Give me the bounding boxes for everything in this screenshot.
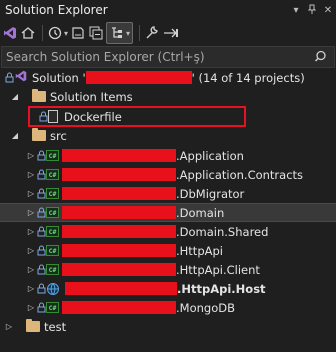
project-node[interactable]: ▷ C# .Application.Contracts	[0, 165, 336, 184]
lock-icon	[36, 207, 46, 218]
solution-tree: Solution ' ' (14 of 14 projects) ◢ Solut…	[0, 68, 336, 352]
csharp-project-icon: C#	[46, 264, 59, 275]
lock-icon	[36, 226, 46, 237]
collapsed-arrow-icon[interactable]: ▷	[26, 189, 36, 198]
title-bar: Solution Explorer	[0, 0, 336, 20]
close-icon[interactable]: ✕	[320, 5, 336, 16]
lock-icon	[36, 302, 46, 313]
collapsed-arrow-icon[interactable]: ▷	[26, 208, 36, 217]
collapse-all-icon[interactable]	[88, 22, 104, 44]
csharp-project-icon: C#	[46, 188, 59, 199]
history-icon[interactable]: ▾	[47, 22, 68, 44]
lock-icon	[4, 72, 14, 83]
folder-label: src	[50, 128, 67, 143]
sync-icon[interactable]	[70, 22, 86, 44]
folder-src[interactable]: ◢ src	[0, 126, 336, 145]
folder-label: test	[44, 319, 67, 334]
lock-icon	[36, 188, 46, 199]
solution-node[interactable]: Solution ' ' (14 of 14 projects)	[0, 68, 336, 87]
folder-icon	[32, 128, 46, 141]
lock-icon	[36, 169, 46, 180]
redacted-text	[65, 282, 177, 295]
collapsed-arrow-icon[interactable]: ▷	[26, 284, 36, 293]
lock-icon	[36, 150, 46, 161]
project-label: .DbMigrator	[176, 186, 245, 201]
show-all-files-icon[interactable]: ▾	[106, 22, 134, 44]
redacted-text	[62, 225, 176, 238]
collapsed-arrow-icon[interactable]: ▷	[4, 322, 14, 331]
redacted-text	[62, 187, 176, 200]
pin-icon[interactable]	[304, 4, 320, 17]
vs-solution-icon[interactable]	[2, 22, 18, 44]
search-icon[interactable]	[314, 49, 330, 65]
redacted-text	[62, 206, 176, 219]
project-node[interactable]: ▷ C# .DbMigrator	[0, 184, 336, 203]
redacted-text	[62, 244, 176, 257]
collapsed-arrow-icon[interactable]: ▷	[26, 151, 36, 160]
window-title: Solution Explorer	[5, 3, 108, 17]
home-icon[interactable]	[20, 22, 36, 44]
project-label: .HttpApi.Host	[177, 281, 266, 296]
solution-suffix: ' (14 of 14 projects)	[191, 70, 305, 85]
toolbar-separator	[42, 25, 43, 41]
vs-solution-icon	[14, 69, 28, 86]
project-label: .MongoDB	[176, 300, 235, 315]
csharp-project-icon: C#	[46, 207, 59, 218]
toolbar: ▾ ▾	[0, 20, 336, 46]
title-controls: ▾ ✕	[288, 0, 336, 20]
highlight-box	[28, 106, 246, 127]
solution-prefix: Solution '	[32, 70, 86, 85]
project-label: .HttpApi.Client	[176, 262, 260, 277]
folder-test[interactable]: ▷ test	[0, 317, 336, 336]
folder-icon	[26, 319, 40, 332]
collapsed-arrow-icon[interactable]: ▷	[26, 170, 36, 179]
collapsed-arrow-icon[interactable]: ▷	[26, 227, 36, 236]
toolbar-separator	[139, 25, 141, 41]
collapsed-arrow-icon[interactable]: ▷	[26, 303, 36, 312]
csharp-project-icon: C#	[46, 150, 59, 161]
project-label: .HttpApi	[176, 243, 223, 258]
expanded-arrow-icon[interactable]: ◢	[10, 92, 20, 101]
project-node-startup[interactable]: ▷ .HttpApi.Host	[0, 279, 336, 298]
redacted-text	[85, 71, 192, 84]
folder-solution-items[interactable]: ◢ Solution Items	[0, 87, 336, 106]
redacted-text	[62, 263, 176, 276]
project-label: .Domain.Shared	[176, 224, 269, 239]
properties-icon[interactable]	[144, 22, 160, 44]
project-node[interactable]: ▷ C# .Domain.Shared	[0, 222, 336, 241]
dropdown-icon[interactable]: ▾	[288, 5, 304, 16]
redacted-text	[62, 149, 176, 162]
redacted-text	[62, 168, 176, 181]
collapsed-arrow-icon[interactable]: ▷	[26, 265, 36, 274]
preview-icon[interactable]	[162, 22, 180, 44]
expanded-arrow-icon[interactable]: ◢	[10, 131, 20, 140]
project-node[interactable]: ▷ C# .HttpApi	[0, 241, 336, 260]
project-node[interactable]: ▷ C# .Application	[0, 146, 336, 165]
project-label: .Application	[176, 148, 244, 163]
csharp-project-icon: C#	[46, 226, 59, 237]
search-placeholder: Search Solution Explorer (Ctrl+ş)	[6, 50, 205, 64]
project-node[interactable]: ▷ C# .HttpApi.Client	[0, 260, 336, 279]
project-label: .Application.Contracts	[176, 167, 304, 182]
project-node-selected[interactable]: ▷ C# .Domain	[0, 203, 336, 222]
lock-icon	[36, 245, 46, 256]
folder-label: Solution Items	[50, 89, 133, 104]
globe-icon	[46, 282, 62, 296]
csharp-project-icon: C#	[46, 245, 59, 256]
redacted-text	[62, 301, 176, 314]
search-input[interactable]: Search Solution Explorer (Ctrl+ş)	[1, 46, 335, 68]
csharp-project-icon: C#	[46, 302, 59, 313]
lock-icon	[36, 283, 46, 294]
collapsed-arrow-icon[interactable]: ▷	[26, 246, 36, 255]
folder-icon	[32, 89, 46, 102]
project-label: .Domain	[176, 205, 225, 220]
project-node[interactable]: ▷ C# .MongoDB	[0, 298, 336, 317]
lock-icon	[36, 264, 46, 275]
csharp-project-icon: C#	[46, 169, 59, 180]
